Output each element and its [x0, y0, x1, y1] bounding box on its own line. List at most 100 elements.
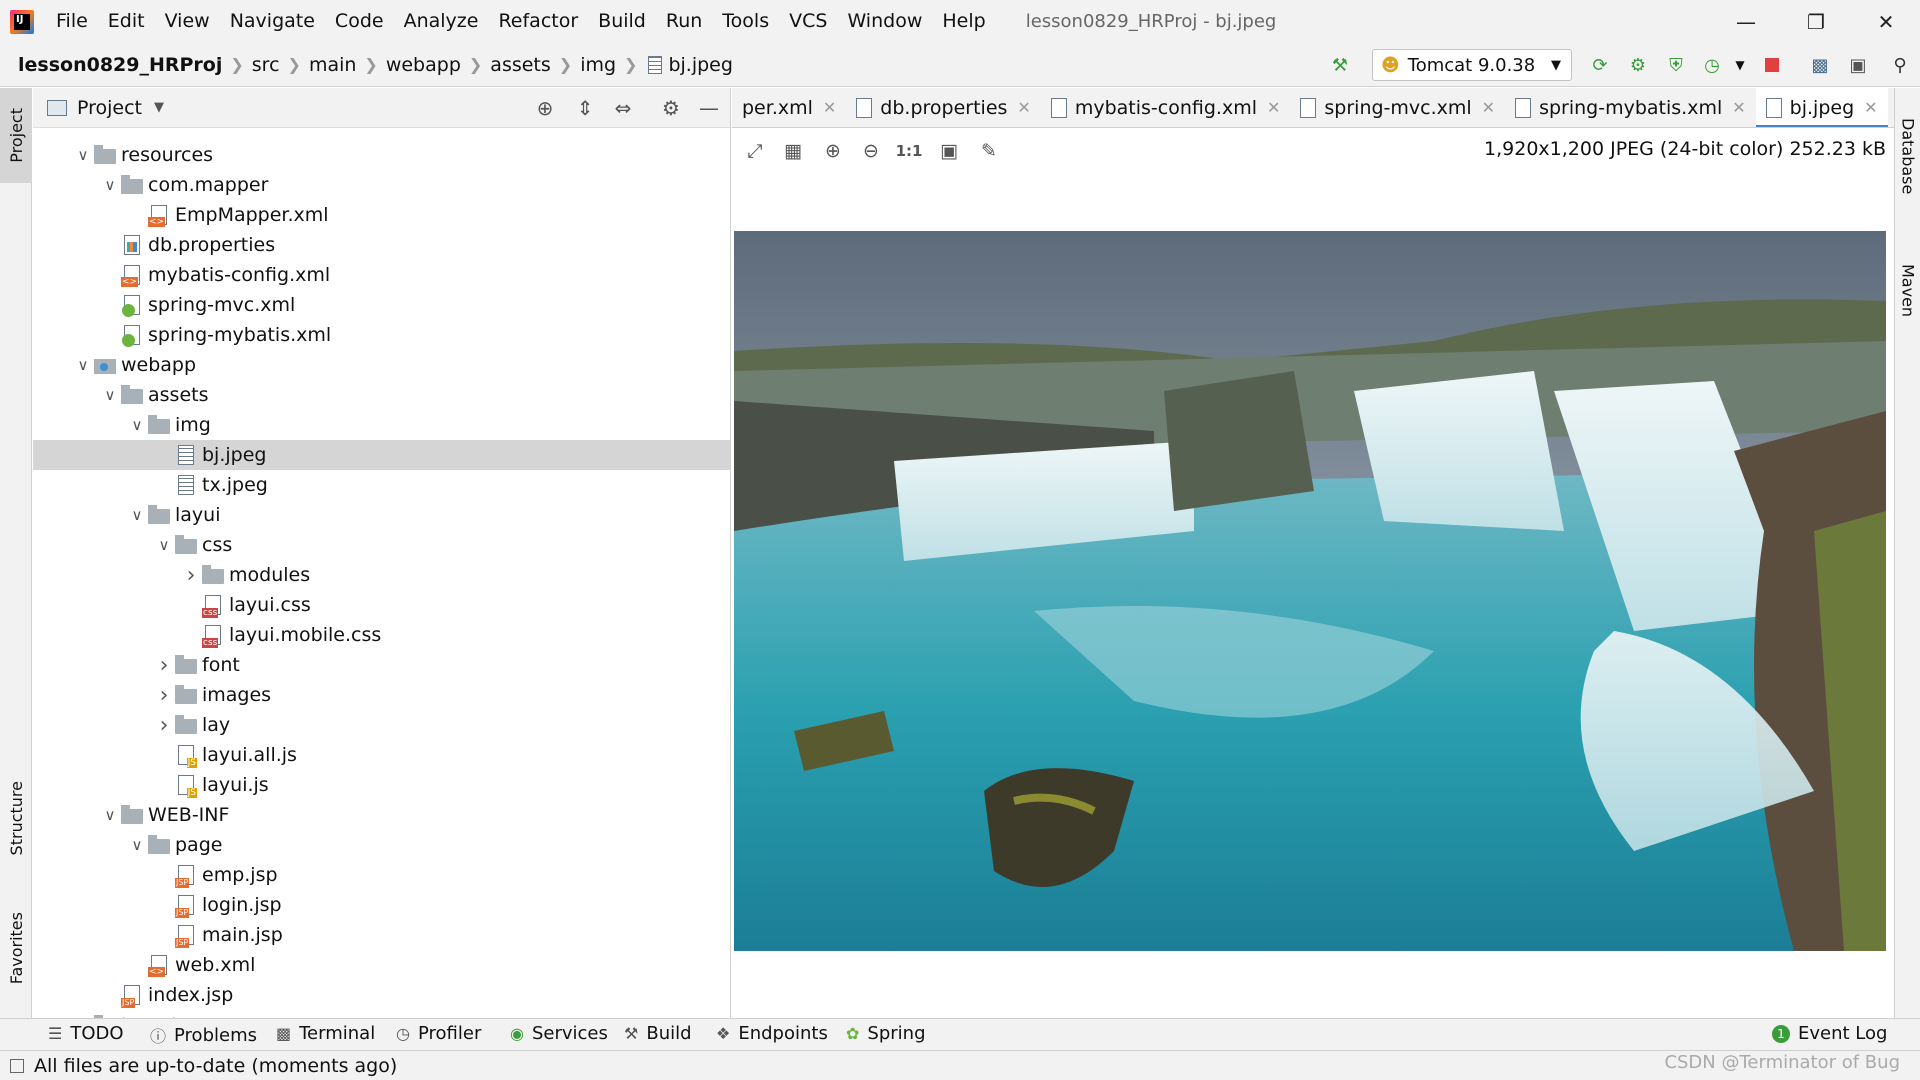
profile-icon[interactable]: ◷ [1700, 53, 1724, 77]
build-hammer-icon[interactable]: ⚒ [1328, 53, 1352, 77]
breadcrumb-webapp[interactable]: webapp [386, 54, 461, 76]
menu-code[interactable]: Code [325, 0, 394, 43]
breadcrumb-file[interactable]: bj.jpeg [668, 54, 732, 76]
project-structure-icon[interactable]: ▩ [1808, 53, 1832, 77]
tree-row[interactable]: › modules [33, 560, 730, 590]
zoom-out-icon[interactable]: ⊖ [858, 138, 884, 164]
run-configuration-select[interactable]: ☻ Tomcat 9.0.38 ▼ [1372, 49, 1572, 81]
chevron-down-icon[interactable]: ∨ [126, 836, 148, 854]
chevron-down-icon[interactable]: ∨ [126, 506, 148, 524]
editor-tab-spring-mybatis[interactable]: spring-mybatis.xml ✕ [1505, 88, 1756, 127]
gear-icon[interactable]: ⚙ [659, 96, 683, 120]
tree-row[interactable]: ∨ WEB-INF [33, 800, 730, 830]
chevron-down-icon[interactable]: ∨ [126, 416, 148, 434]
breadcrumb-project[interactable]: lesson0829_HRProj [18, 54, 222, 76]
menu-edit[interactable]: Edit [98, 0, 155, 43]
restore-icon[interactable]: ❐ [1780, 0, 1852, 43]
menu-build[interactable]: Build [588, 0, 656, 43]
tree-row[interactable]: ∨ layui [33, 500, 730, 530]
close-tab-icon[interactable]: ✕ [1017, 98, 1030, 117]
tool-tab-terminal[interactable]: ▩ Terminal [276, 1023, 375, 1044]
tree-row[interactable]: ∨ css [33, 530, 730, 560]
minimize-icon[interactable]: — [1710, 0, 1782, 43]
more-run-arrow-icon[interactable]: ▼ [1728, 53, 1752, 77]
editor-tab-spring-mvc[interactable]: spring-mvc.xml ✕ [1290, 88, 1505, 127]
chevron-down-icon[interactable]: ∨ [99, 386, 121, 404]
tree-row[interactable]: ∨ img [33, 410, 730, 440]
collapse-all-icon[interactable]: ⇔ [611, 96, 635, 120]
status-toggle-icon[interactable] [10, 1058, 24, 1073]
tree-row[interactable]: tx.jpeg [33, 470, 730, 500]
tool-tab-database[interactable]: Database [1895, 96, 1920, 216]
search-icon[interactable]: ⚲ [1888, 53, 1912, 77]
menu-window[interactable]: Window [837, 0, 932, 43]
editor-tab-per-xml[interactable]: per.xml ✕ [732, 88, 846, 127]
debug-bug-icon[interactable]: ⚙ [1626, 53, 1650, 77]
rerun-icon[interactable]: ⟳ [1588, 53, 1612, 77]
chevron-down-icon[interactable]: ∨ [153, 536, 175, 554]
close-tab-icon[interactable]: ✕ [1732, 98, 1745, 117]
menu-view[interactable]: View [155, 0, 220, 43]
tree-row[interactable]: EmpMapper.xml [33, 200, 730, 230]
tree-row[interactable]: bj.jpeg [33, 440, 730, 470]
chevron-down-icon[interactable]: ∨ [99, 806, 121, 824]
chevron-down-icon[interactable]: ∨ [72, 146, 94, 164]
breadcrumb-assets[interactable]: assets [490, 54, 550, 76]
tree-row[interactable]: ∨ assets [33, 380, 730, 410]
chevron-right-icon[interactable]: › [153, 713, 175, 738]
close-tab-icon[interactable]: ✕ [1864, 98, 1877, 117]
color-picker-icon[interactable]: ✎ [976, 138, 1002, 164]
tree-row[interactable]: spring-mvc.xml [33, 290, 730, 320]
editor-tab-mybatis-config[interactable]: mybatis-config.xml ✕ [1041, 88, 1291, 127]
close-tab-icon[interactable]: ✕ [1482, 98, 1495, 117]
tree-row[interactable]: ›target [33, 1010, 730, 1018]
menu-analyze[interactable]: Analyze [394, 0, 489, 43]
close-tab-icon[interactable]: ✕ [1267, 98, 1280, 117]
tree-row[interactable]: login.jsp [33, 890, 730, 920]
tree-row[interactable]: spring-mybatis.xml [33, 320, 730, 350]
project-panel-title[interactable]: Project [77, 97, 142, 119]
tool-tab-problems[interactable]: ⓘ Problems [150, 1023, 257, 1047]
menu-vcs[interactable]: VCS [779, 0, 837, 43]
menu-tools[interactable]: Tools [712, 0, 779, 43]
menu-file[interactable]: File [46, 0, 98, 43]
close-tab-icon[interactable]: ✕ [823, 98, 836, 117]
tree-row[interactable]: layui.js [33, 770, 730, 800]
breadcrumb-src[interactable]: src [252, 54, 280, 76]
chevron-down-icon[interactable]: ▼ [154, 100, 164, 115]
tree-row[interactable]: › font [33, 650, 730, 680]
tree-row[interactable]: layui.css [33, 590, 730, 620]
tree-row[interactable]: layui.all.js [33, 740, 730, 770]
chevron-right-icon[interactable]: › [153, 683, 175, 708]
tree-row[interactable]: › lay [33, 710, 730, 740]
breadcrumb-img[interactable]: img [580, 54, 616, 76]
menu-help[interactable]: Help [932, 0, 995, 43]
chevron-down-icon[interactable]: ∨ [72, 356, 94, 374]
tree-row[interactable]: ∨ resources [33, 140, 730, 170]
tree-row[interactable]: emp.jsp [33, 860, 730, 890]
tree-row[interactable]: › images [33, 680, 730, 710]
chevron-right-icon[interactable]: › [180, 563, 202, 588]
event-log-button[interactable]: 1 Event Log [1772, 1023, 1887, 1044]
tree-row[interactable]: ∨ page [33, 830, 730, 860]
tree-row[interactable]: mybatis-config.xml [33, 260, 730, 290]
tree-row[interactable]: main.jsp [33, 920, 730, 950]
hide-panel-icon[interactable]: — [697, 96, 721, 120]
tool-tab-favorites[interactable]: Favorites [0, 898, 32, 998]
tool-tab-endpoints[interactable]: ❖ Endpoints [716, 1023, 828, 1044]
tool-tab-build[interactable]: ⚒ Build [624, 1023, 692, 1044]
actual-size-button[interactable]: 1:1 [896, 138, 923, 164]
tool-tab-structure[interactable]: Structure [0, 768, 32, 868]
background-toggle-icon[interactable]: ▣ [936, 138, 962, 164]
tree-row[interactable]: db.properties [33, 230, 730, 260]
tool-tab-profiler[interactable]: ◷ Profiler [396, 1023, 481, 1044]
chevron-down-icon[interactable]: ∨ [99, 176, 121, 194]
tree-row[interactable]: web.xml [33, 950, 730, 980]
tool-tab-project[interactable]: Project [0, 88, 32, 183]
menu-refactor[interactable]: Refactor [488, 0, 588, 43]
tool-tab-todo[interactable]: ☰ TODO [48, 1023, 124, 1044]
tool-tab-services[interactable]: ◉ Services [510, 1023, 608, 1044]
presentation-icon[interactable]: ▣ [1846, 53, 1870, 77]
grid-icon[interactable]: ▦ [780, 138, 806, 164]
stop-icon[interactable] [1760, 53, 1784, 77]
